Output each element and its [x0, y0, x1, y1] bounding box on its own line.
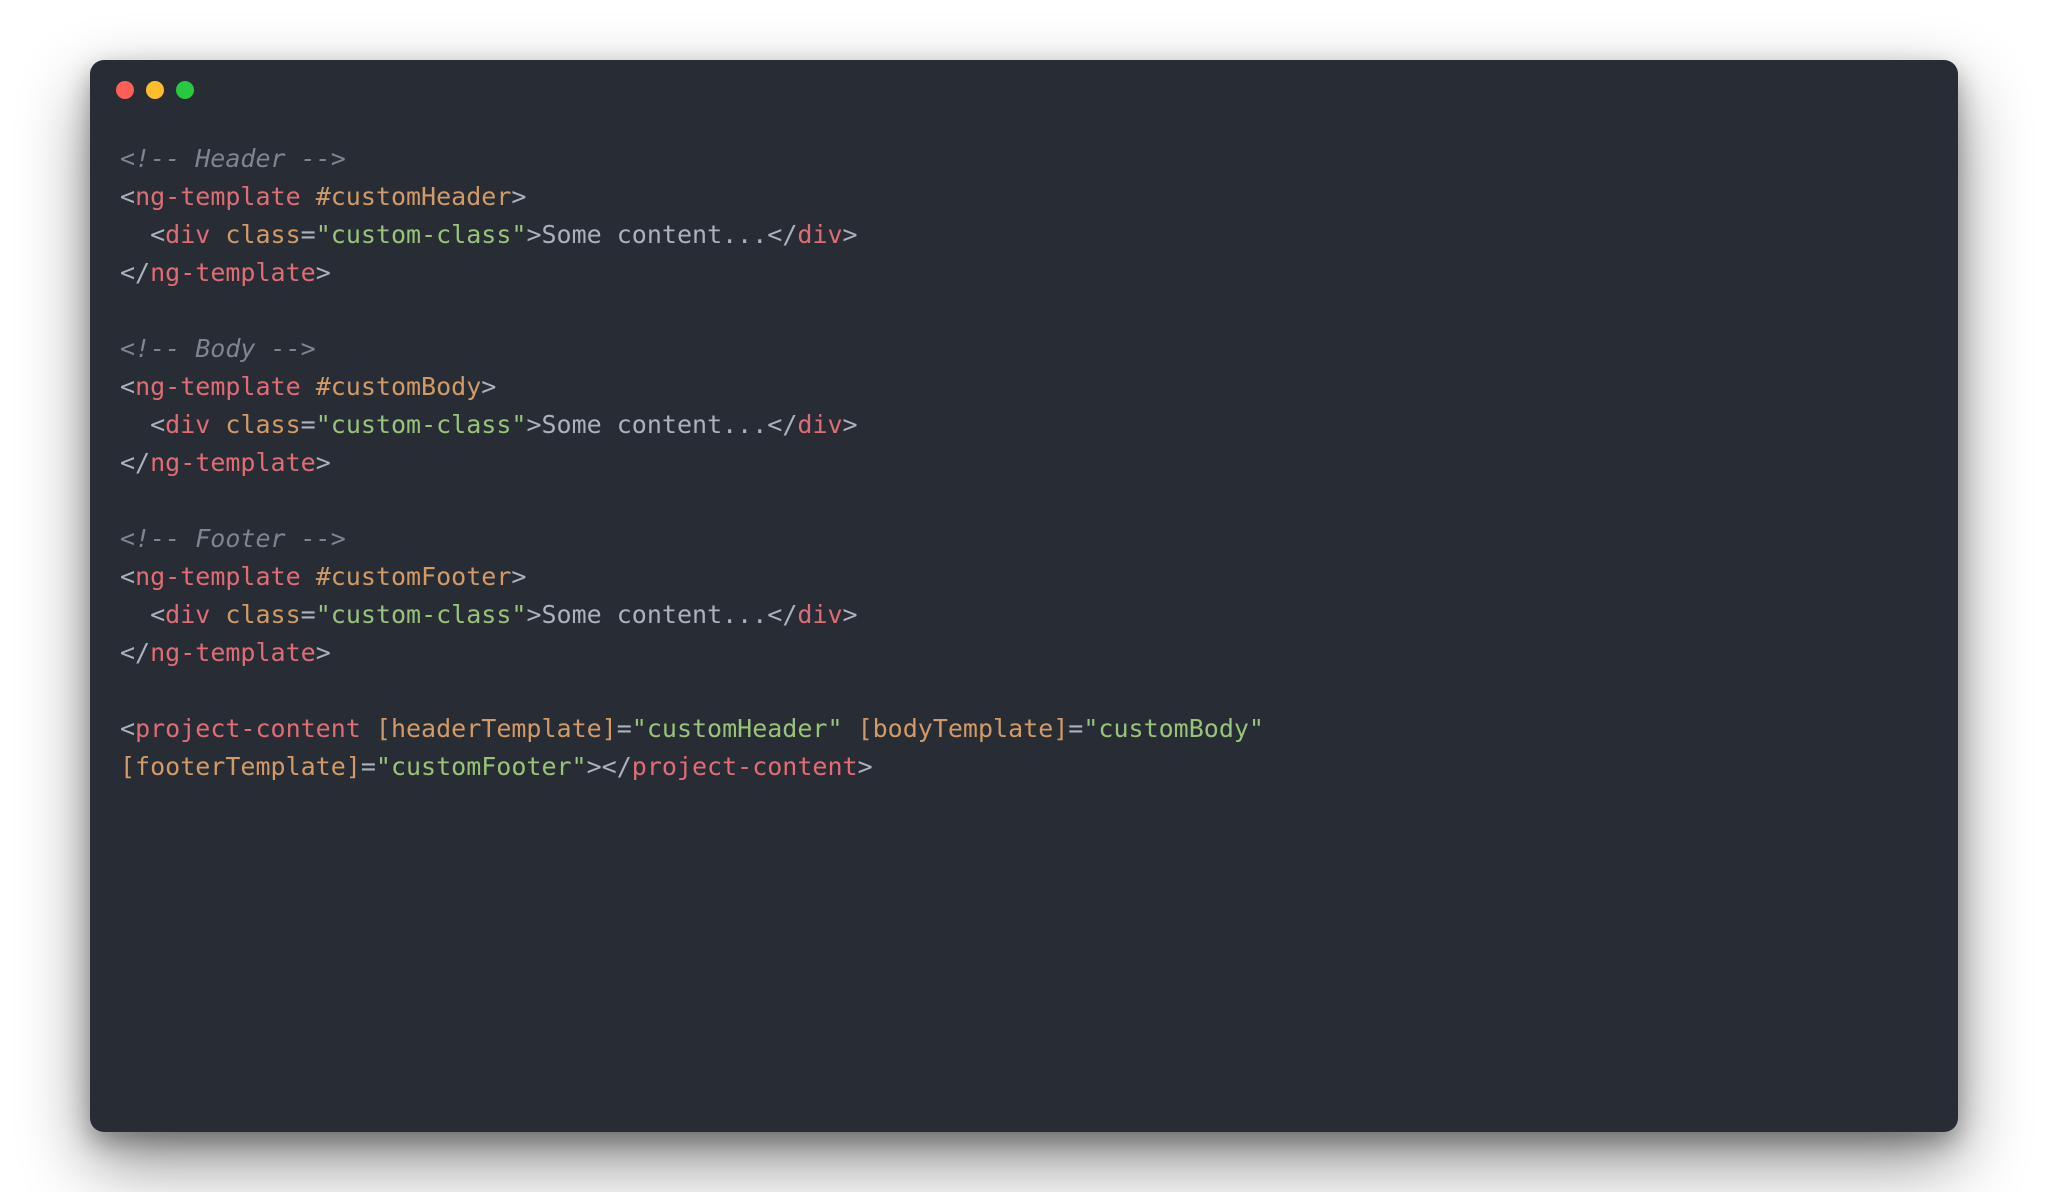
- code-token: </: [120, 638, 150, 667]
- code-token: <: [120, 372, 135, 401]
- code-token: >: [858, 752, 873, 781]
- code-token: <: [120, 562, 135, 591]
- code-token: "customFooter": [376, 752, 587, 781]
- code-token: <: [150, 220, 165, 249]
- code-token: div: [165, 600, 210, 629]
- code-token: "customHeader": [632, 714, 843, 743]
- code-token: ng-template: [150, 258, 316, 287]
- code-token: class: [225, 600, 300, 629]
- code-token: div: [165, 410, 210, 439]
- code-token: div: [797, 410, 842, 439]
- code-token: >: [511, 562, 526, 591]
- code-token: >: [526, 410, 541, 439]
- code-token: "custom-class": [316, 600, 527, 629]
- minimize-icon[interactable]: [146, 81, 164, 99]
- code-token: =: [361, 752, 376, 781]
- code-token: ng-template: [150, 638, 316, 667]
- code-token: "custom-class": [316, 220, 527, 249]
- code-token: >: [526, 600, 541, 629]
- code-token: <!-- Body -->: [120, 334, 316, 363]
- code-token: #customBody: [316, 372, 482, 401]
- code-token: #customFooter: [316, 562, 512, 591]
- maximize-icon[interactable]: [176, 81, 194, 99]
- code-token: >: [843, 410, 858, 439]
- code-token: <: [120, 182, 135, 211]
- code-token: Some content...: [542, 410, 768, 439]
- code-token: "custom-class": [316, 410, 527, 439]
- code-token: Some content...: [542, 220, 768, 249]
- code-token: "customBody": [1083, 714, 1264, 743]
- code-token: class: [225, 410, 300, 439]
- code-token: >: [316, 638, 331, 667]
- code-token: >: [843, 600, 858, 629]
- code-token: <!-- Footer -->: [120, 524, 346, 553]
- code-window: <!-- Header --> <ng-template #customHead…: [90, 60, 1958, 1132]
- titlebar: [90, 60, 1958, 120]
- code-token: </: [120, 448, 150, 477]
- code-token: div: [797, 600, 842, 629]
- code-token: [footerTemplate]: [120, 752, 361, 781]
- code-token: div: [797, 220, 842, 249]
- code-token: div: [165, 220, 210, 249]
- code-token: =: [301, 600, 316, 629]
- code-token: =: [301, 410, 316, 439]
- code-token: >: [587, 752, 602, 781]
- code-token: >: [316, 448, 331, 477]
- code-token: <: [150, 600, 165, 629]
- code-token: </: [767, 410, 797, 439]
- code-token: project-content: [135, 714, 361, 743]
- code-token: #customHeader: [316, 182, 512, 211]
- code-token: ng-template: [135, 182, 301, 211]
- code-token: =: [301, 220, 316, 249]
- code-token: >: [511, 182, 526, 211]
- code-token: ng-template: [135, 372, 301, 401]
- code-token: =: [1068, 714, 1083, 743]
- code-token: [bodyTemplate]: [858, 714, 1069, 743]
- code-token: <: [120, 714, 135, 743]
- code-editor[interactable]: <!-- Header --> <ng-template #customHead…: [90, 120, 1958, 1132]
- code-token: </: [120, 258, 150, 287]
- code-token: Some content...: [542, 600, 768, 629]
- code-token: </: [767, 600, 797, 629]
- close-icon[interactable]: [116, 81, 134, 99]
- code-token: <!-- Header -->: [120, 144, 346, 173]
- code-token: >: [316, 258, 331, 287]
- code-token: project-content: [632, 752, 858, 781]
- code-token: >: [481, 372, 496, 401]
- code-token: </: [767, 220, 797, 249]
- code-token: <: [150, 410, 165, 439]
- code-token: >: [843, 220, 858, 249]
- code-token: ng-template: [150, 448, 316, 477]
- code-token: ng-template: [135, 562, 301, 591]
- code-token: >: [526, 220, 541, 249]
- code-token: [headerTemplate]: [376, 714, 617, 743]
- code-token: </: [602, 752, 632, 781]
- code-token: class: [225, 220, 300, 249]
- code-token: =: [617, 714, 632, 743]
